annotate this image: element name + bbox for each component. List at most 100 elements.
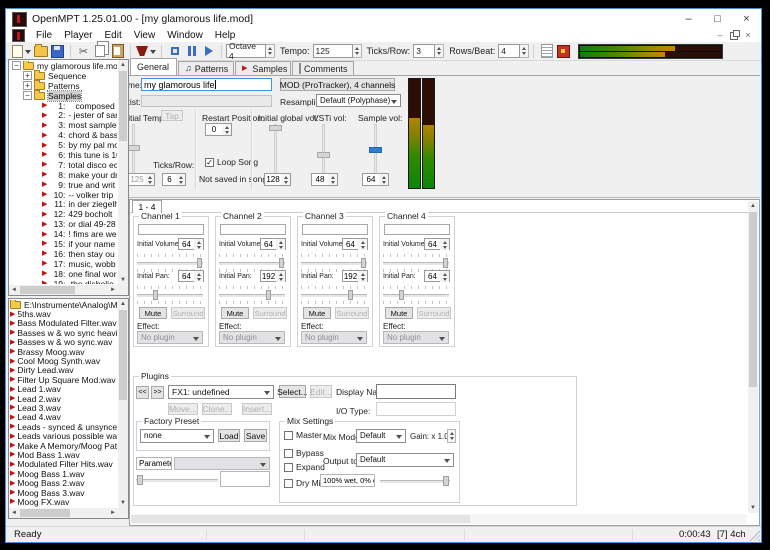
- ticks-row-input[interactable]: 3: [413, 44, 436, 58]
- surround-button[interactable]: Surround: [171, 307, 205, 319]
- library-file-item[interactable]: ▶Leads various possible wavef: [10, 431, 117, 441]
- library-file-item[interactable]: ▶ 5ths.wav: [10, 309, 117, 319]
- tree-sample-item[interactable]: ▶ 3: most samples: [10, 120, 117, 130]
- slider-thumb[interactable]: [129, 145, 140, 151]
- library-file-item[interactable]: ▶ Lead 3.wav: [10, 403, 117, 413]
- slider-thumb[interactable]: [348, 290, 353, 300]
- tree-sample-item[interactable]: ▶ 5: by my pal mo: [10, 140, 117, 150]
- spin-arrows[interactable]: [440, 239, 449, 250]
- plugin-move-button[interactable]: Move...: [168, 403, 198, 415]
- tree-sample-item[interactable]: ▶ 18: one final wor: [10, 269, 117, 279]
- library-file-item[interactable]: ▶ Basses w & wo sync.wav: [10, 337, 117, 347]
- pan-slider[interactable]: [383, 290, 449, 300]
- surround-button[interactable]: Surround: [417, 307, 451, 319]
- mute-button[interactable]: Mute: [385, 307, 413, 319]
- mdi-restore-icon[interactable]: [727, 29, 741, 41]
- song-name-input[interactable]: my glamorous life: [141, 78, 272, 91]
- sample-vol-slider[interactable]: [369, 124, 382, 174]
- mdi-child-icon[interactable]: [12, 29, 25, 42]
- save-icon[interactable]: [50, 44, 65, 59]
- scroll-thumb[interactable]: [119, 71, 127, 141]
- minimize-icon[interactable]: –: [674, 10, 703, 29]
- scroll-thumb[interactable]: [20, 286, 75, 294]
- ticks-row-spinbox[interactable]: 6: [162, 173, 186, 186]
- slider-thumb[interactable]: [317, 152, 330, 158]
- tree-node-patterns[interactable]: + Patterns: [10, 79, 117, 91]
- close-icon[interactable]: ×: [732, 10, 761, 29]
- slider-thumb[interactable]: [443, 476, 449, 486]
- tree-hscrollbar[interactable]: ◄ ►: [9, 285, 118, 295]
- scroll-up-icon[interactable]: ▲: [118, 299, 128, 309]
- scroll-thumb[interactable]: [20, 509, 70, 517]
- spin-arrows[interactable]: [194, 271, 203, 282]
- vsti-vol-spinbox[interactable]: 48: [311, 173, 338, 186]
- library-file-item[interactable]: ▶ Modulated Filter Hits.wav: [10, 459, 117, 469]
- library-file-item[interactable]: ▶ Basses w & wo sync heavier: [10, 328, 117, 338]
- plugin-prev-button[interactable]: <<: [136, 386, 149, 399]
- slider-thumb[interactable]: [269, 125, 282, 131]
- plugin-clone-button[interactable]: Clone...: [202, 403, 232, 415]
- global-vol-slider[interactable]: [269, 124, 282, 174]
- expand-checkbox[interactable]: Expand: [284, 462, 325, 472]
- slider-thumb[interactable]: [279, 258, 284, 268]
- initial-volume-spinbox[interactable]: 64: [424, 238, 450, 250]
- slider-thumb[interactable]: [197, 258, 202, 268]
- tree-sample-item[interactable]: ▶ 4: chord & bass: [10, 130, 117, 140]
- tree-sample-item[interactable]: ▶ 6: this tune is 10: [10, 150, 117, 160]
- master-checkbox[interactable]: Master: [284, 430, 322, 440]
- rows-beat-spinner[interactable]: [520, 44, 530, 58]
- tab-general[interactable]: General: [130, 58, 177, 75]
- library-file-item[interactable]: ▶ Moog Bass 1.wav: [10, 469, 117, 479]
- library-file-item[interactable]: ▶ Cool Moog Synth.wav: [10, 356, 117, 366]
- plugin-select-button[interactable]: Select...: [277, 385, 308, 398]
- scroll-right-icon[interactable]: ►: [108, 508, 118, 518]
- initial-volume-spinbox[interactable]: 64: [178, 238, 204, 250]
- menu-item-file[interactable]: File: [30, 30, 58, 41]
- global-vol-spinbox[interactable]: 128: [264, 173, 291, 186]
- library-path-row[interactable]: E:\Instrumente\Analog\Moog: [10, 300, 117, 310]
- tree-node-samples[interactable]: − Samples: [10, 89, 117, 102]
- channel-range-tab[interactable]: 1 - 4: [132, 200, 162, 213]
- bypass-checkbox[interactable]: Bypass: [284, 448, 324, 458]
- expand-icon[interactable]: +: [23, 81, 32, 91]
- pan-slider[interactable]: [219, 290, 285, 300]
- tree-sample-item[interactable]: ▶ 19: the disbelie: [10, 279, 117, 284]
- tree-sample-item[interactable]: ▶ 2: - jester of sar: [10, 110, 117, 120]
- spin-arrows[interactable]: [358, 271, 367, 282]
- gain-spinner[interactable]: [447, 429, 456, 443]
- scroll-up-icon[interactable]: ▲: [118, 60, 128, 70]
- tab-patterns[interactable]: ♫ Patterns: [178, 61, 234, 75]
- menu-item-window[interactable]: Window: [161, 30, 209, 41]
- collapse-icon[interactable]: −: [12, 61, 21, 71]
- files-hscrollbar[interactable]: ◄ ►: [9, 508, 118, 518]
- restart-position-spinbox[interactable]: 0: [205, 123, 232, 136]
- initial-pan-spinbox[interactable]: 192: [342, 270, 368, 282]
- scroll-left-icon[interactable]: ◄: [9, 285, 19, 295]
- library-file-item[interactable]: ▶ Mod Bass 1.wav: [10, 450, 117, 460]
- play-icon[interactable]: [201, 44, 216, 59]
- artist-input[interactable]: [141, 95, 272, 107]
- initial-pan-spinbox[interactable]: 64: [424, 270, 450, 282]
- mix-mode-select[interactable]: Default: [356, 429, 406, 443]
- resampling-select[interactable]: Default (Polyphase): [316, 94, 401, 107]
- spin-arrows[interactable]: [440, 271, 449, 282]
- tree-sample-item[interactable]: ▶ 1: composed: [10, 101, 117, 111]
- library-file-item[interactable]: ▶Leads - synced & unsynced.w: [10, 422, 117, 432]
- scroll-thumb[interactable]: [131, 515, 470, 523]
- spin-arrows[interactable]: [276, 239, 285, 250]
- library-file-item[interactable]: ▶ Filter Up Square Mod.wav: [10, 375, 117, 385]
- wet-dry-slider[interactable]: [380, 476, 450, 486]
- library-file-item[interactable]: ▶ Lead 1.wav: [10, 384, 117, 394]
- tree-sample-item[interactable]: ▶ 8: make your dr: [10, 170, 117, 180]
- tree-sample-item[interactable]: ▶ 16: then stay ou: [10, 249, 117, 259]
- plugin-insert-button[interactable]: Insert...: [242, 403, 272, 415]
- slider-thumb[interactable]: [399, 290, 404, 300]
- plugin-next-button[interactable]: >>: [151, 386, 164, 399]
- library-file-item[interactable]: ▶ Brassy Moog.wav: [10, 347, 117, 357]
- scroll-down-icon[interactable]: ▼: [118, 498, 128, 508]
- channel-name-input[interactable]: [302, 224, 368, 235]
- parameter-slider[interactable]: [136, 475, 218, 485]
- sample-vol-spinbox[interactable]: 64: [362, 173, 389, 186]
- pan-slider[interactable]: [301, 290, 367, 300]
- output-to-select[interactable]: Default: [356, 453, 454, 467]
